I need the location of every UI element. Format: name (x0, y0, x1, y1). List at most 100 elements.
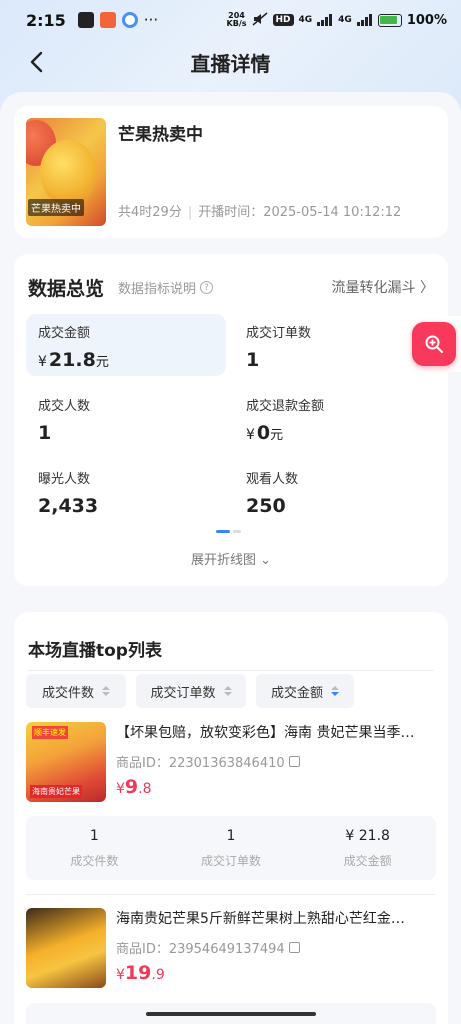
price-dec: .9 (151, 967, 165, 983)
page-title: 直播详情 (190, 51, 271, 76)
indicator-inactive (233, 530, 241, 533)
stat-amount: ¥ 21.8 成交金额 (299, 816, 436, 880)
product-id: 商品ID：23954649137494 (116, 938, 300, 957)
metric-value: 2,433 (38, 495, 99, 517)
live-start-time: 开播时间：2025-05-14 10:12:12 (198, 205, 402, 220)
net-speed: 204 KB/s (226, 11, 247, 28)
product-price: ¥9.8 (116, 776, 152, 798)
stat-value: ¥ 21.8 (345, 828, 390, 844)
metric-label: 成交人数 (38, 399, 91, 414)
product-item[interactable]: 海南贵妃芒果5斤新鲜芒果树上熟甜心芒红金… 商品ID：2395464913749… (26, 908, 438, 992)
metric-viewers[interactable]: 观看人数 250 (234, 460, 434, 522)
product-image (26, 908, 106, 988)
metric-orders[interactable]: 成交订单数 1 (234, 314, 434, 376)
stat-value: 1 (89, 828, 99, 844)
status-right: 204 KB/s HD 4G 4G 100% (227, 12, 447, 29)
product-badge: 顺丰速发 (32, 726, 68, 739)
metric-unit: 元 (270, 428, 284, 443)
metric-label: 曝光人数 (38, 472, 91, 487)
sort-label: 成交件数 (41, 685, 94, 701)
metric-buyers[interactable]: 成交人数 1 (26, 387, 226, 449)
sort-arrows-icon (223, 686, 232, 696)
battery-icon (377, 13, 402, 27)
more-dots-icon: ··· (143, 11, 159, 29)
metric-unit: 元 (95, 355, 109, 370)
product-id-text: 商品ID：22301363846410 (116, 756, 285, 771)
page-indicator (216, 530, 241, 533)
metric-number: 0 (256, 422, 271, 444)
stat-value: 1 (226, 828, 236, 844)
meta-separator: | (187, 205, 193, 220)
copy-icon[interactable] (288, 756, 300, 767)
divider (26, 894, 435, 895)
product-image: 顺丰速发 海南贵妃芒果 (26, 722, 106, 802)
sort-by-orders[interactable]: 成交订单数 (136, 674, 246, 708)
live-title: 芒果热卖中 (118, 125, 203, 145)
stat-quantity: 1 成交件数 (26, 816, 163, 880)
zoom-in-icon (425, 335, 444, 354)
metric-value: 250 (246, 495, 286, 517)
product-banner: 海南贵妃芒果 (30, 785, 82, 798)
divider (28, 670, 434, 671)
live-cover-image: 芒果热卖中 (26, 118, 106, 226)
battery-percent: 100% (406, 12, 447, 28)
product-id: 商品ID：22301363846410 (116, 752, 300, 771)
price-currency: ¥ (116, 781, 125, 797)
app-notification-icon-2 (99, 12, 116, 28)
metric-number: 21.8 (48, 349, 96, 371)
status-bar: 2:15 ··· 204 KB/s HD 4G 4G 100% (0, 0, 461, 40)
live-meta: 共4时29分 | 开播时间：2025-05-14 10:12:12 (118, 201, 401, 220)
indicator-active (216, 530, 230, 533)
price-currency: ¥ (116, 967, 125, 983)
sort-by-quantity[interactable]: 成交件数 (26, 674, 126, 708)
price-dec: .8 (138, 781, 152, 797)
sort-by-amount[interactable]: 成交金额 (256, 674, 354, 708)
mute-icon (252, 11, 268, 29)
sort-label: 成交订单数 (150, 685, 216, 701)
metric-value: ¥21.8元 (38, 349, 214, 371)
app-notification-icon-3 (121, 12, 138, 28)
metric-refund[interactable]: 成交退款金额 ¥0元 (234, 387, 434, 449)
metric-value: 1 (38, 422, 52, 444)
question-icon: ? (200, 281, 214, 294)
sort-arrows-icon (102, 686, 110, 696)
app-notification-icon (77, 12, 94, 28)
home-indicator[interactable] (146, 1012, 316, 1016)
zoom-fab-button[interactable] (412, 322, 456, 366)
sort-label: 成交金额 (270, 685, 323, 701)
signal-4g-2: 4G (338, 15, 352, 25)
data-overview-card: 数据总览 数据指标说明 ? 流量转化漏斗 〉 成交金额 ¥21.8元 成交订单数… (14, 254, 448, 586)
expand-chart-button[interactable]: 展开折线图 ⌄ (14, 549, 448, 568)
product-stats: 1 成交件数 1 成交订单数 ¥ 21.8 成交金额 (26, 816, 436, 880)
copy-icon[interactable] (288, 942, 300, 953)
page-header: 直播详情 (0, 40, 461, 84)
status-app-icons: ··· (77, 11, 159, 29)
top-list-title: 本场直播top列表 (28, 641, 162, 661)
signal-bars-icon (317, 14, 333, 26)
product-title: 海南贵妃芒果5斤新鲜芒果树上熟甜心芒红金… (116, 911, 405, 927)
metric-explain-label: 数据指标说明 (118, 282, 197, 297)
back-button[interactable] (22, 48, 50, 76)
sort-arrows-icon (331, 686, 339, 696)
hd-badge: HD (272, 14, 294, 26)
metric-currency: ¥ (38, 354, 47, 370)
overview-title: 数据总览 (28, 278, 105, 300)
price-int: 9 (124, 776, 139, 798)
metric-impressions[interactable]: 曝光人数 2,433 (26, 460, 226, 522)
live-duration: 共4时29分 (118, 205, 182, 220)
product-item[interactable]: 顺丰速发 海南贵妃芒果 【坏果包赔，放软变彩色】海南 贵妃芒果当季… 商品ID：… (26, 722, 438, 806)
metric-gmv[interactable]: 成交金额 ¥21.8元 (26, 314, 226, 376)
product-id-text: 商品ID：23954649137494 (116, 942, 285, 957)
signal-bars-icon-2 (356, 14, 372, 26)
price-int: 19 (124, 962, 152, 984)
traffic-funnel-link[interactable]: 流量转化漏斗 〉 (332, 277, 434, 297)
metric-explain-link[interactable]: 数据指标说明 ? (118, 278, 214, 297)
metric-value: 1 (246, 349, 260, 371)
live-summary-card[interactable]: 芒果热卖中 芒果热卖中 共4时29分 | 开播时间：2025-05-14 10:12… (14, 106, 448, 238)
chevron-left-icon (30, 51, 43, 73)
status-time: 2:15 (26, 10, 66, 30)
product-title: 【坏果包赔，放软变彩色】海南 贵妃芒果当季… (116, 725, 415, 741)
metric-value: ¥0元 (246, 422, 422, 444)
cover-mango-shape-2 (40, 140, 96, 206)
stat-label: 成交金额 (343, 854, 392, 868)
